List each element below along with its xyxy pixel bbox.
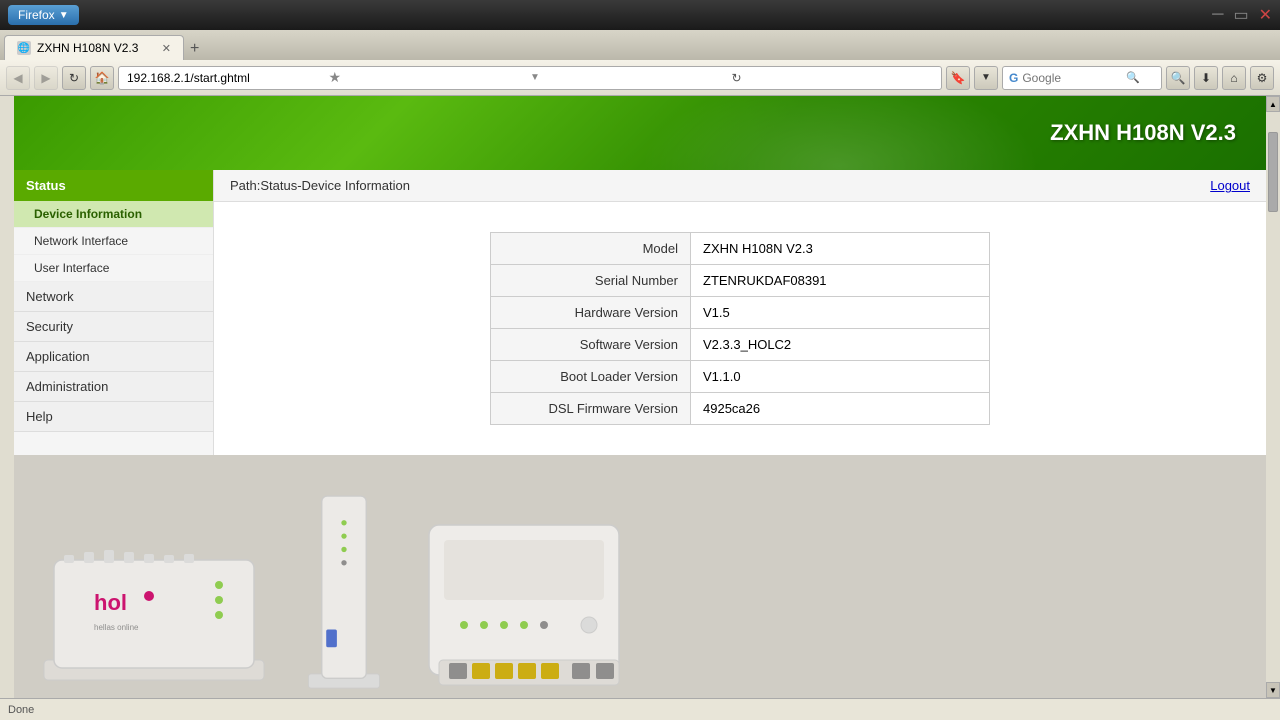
bookmark-dropdown-icon[interactable]: ▼ bbox=[974, 66, 998, 90]
sidebar-item-device-information[interactable]: Device Information bbox=[14, 201, 213, 228]
device-info-section: Model ZXHN H108N V2.3 Serial Number ZTEN… bbox=[214, 202, 1266, 455]
table-cell-label: DSL Firmware Version bbox=[491, 393, 691, 425]
page-content: ZXHN H108N V2.3 Status Device Informatio… bbox=[0, 96, 1280, 698]
table-cell-label: Hardware Version bbox=[491, 297, 691, 329]
table-cell-value: V2.3.3_HOLC2 bbox=[691, 329, 990, 361]
sidebar-item-label: Network Interface bbox=[34, 234, 128, 248]
router-image-2 bbox=[304, 465, 384, 698]
content-area: Path:Status-Device Information Logout Mo… bbox=[214, 170, 1266, 455]
new-tab-button[interactable]: + bbox=[184, 40, 205, 58]
firefox-label: Firefox bbox=[18, 8, 55, 22]
table-row: Hardware Version V1.5 bbox=[491, 297, 990, 329]
tab-favicon: 🌐 bbox=[17, 41, 31, 55]
category-label: Help bbox=[26, 409, 53, 424]
search-icon-btn[interactable]: 🔍 bbox=[1166, 66, 1190, 90]
table-cell-value: V1.1.0 bbox=[691, 361, 990, 393]
sidebar: Status Device Information Network Interf… bbox=[14, 170, 214, 455]
address-bar[interactable]: 192.168.2.1/start.ghtml ★ ▼ ↻ bbox=[118, 66, 942, 90]
search-bar[interactable]: G 🔍 bbox=[1002, 66, 1162, 90]
router-image-3 bbox=[414, 505, 634, 698]
page-body: Status Device Information Network Interf… bbox=[14, 170, 1266, 455]
settings-icon[interactable]: ⚙ bbox=[1250, 66, 1274, 90]
sidebar-item-label: Device Information bbox=[34, 207, 142, 221]
dropdown-arrow-icon[interactable]: ▼ bbox=[530, 72, 729, 83]
router-page: ZXHN H108N V2.3 Status Device Informatio… bbox=[14, 96, 1266, 698]
scroll-up-button[interactable]: ▲ bbox=[1266, 96, 1280, 112]
search-engine-icon: G bbox=[1009, 71, 1018, 85]
tab-bar: 🌐 ZXHN H108N V2.3 ✕ + bbox=[0, 30, 1280, 60]
sidebar-category-help[interactable]: Help bbox=[14, 402, 213, 432]
sidebar-item-user-interface[interactable]: User Interface bbox=[14, 255, 213, 282]
sidebar-category-network[interactable]: Network bbox=[14, 282, 213, 312]
title-bar: Firefox ▼ ─ ▭ ✕ bbox=[0, 0, 1280, 30]
table-row: Boot Loader Version V1.1.0 bbox=[491, 361, 990, 393]
scroll-down-button[interactable]: ▼ bbox=[1266, 682, 1280, 698]
sidebar-category-security[interactable]: Security bbox=[14, 312, 213, 342]
device-info-table: Model ZXHN H108N V2.3 Serial Number ZTEN… bbox=[490, 232, 990, 425]
table-cell-value: 4925ca26 bbox=[691, 393, 990, 425]
table-cell-label: Serial Number bbox=[491, 265, 691, 297]
address-text: 192.168.2.1/start.ghtml bbox=[127, 71, 326, 85]
category-label: Application bbox=[26, 349, 90, 364]
table-row: DSL Firmware Version 4925ca26 bbox=[491, 393, 990, 425]
sidebar-status-header[interactable]: Status bbox=[14, 170, 213, 201]
category-label: Security bbox=[26, 319, 73, 334]
router-image-1: hol hellas online bbox=[34, 505, 274, 698]
maximize-icon[interactable]: ▭ bbox=[1233, 5, 1248, 25]
header-banner: ZXHN H108N V2.3 bbox=[14, 96, 1266, 170]
svg-text:hellas online: hellas online bbox=[94, 623, 139, 632]
status-bar: Done bbox=[0, 698, 1280, 720]
sidebar-category-application[interactable]: Application bbox=[14, 342, 213, 372]
content-header: Path:Status-Device Information Logout bbox=[214, 170, 1266, 202]
search-icon[interactable]: 🔍 bbox=[1126, 71, 1140, 84]
active-tab[interactable]: 🌐 ZXHN H108N V2.3 ✕ bbox=[4, 35, 184, 60]
scroll-thumb[interactable] bbox=[1268, 132, 1278, 212]
back-button[interactable]: ◀ bbox=[6, 66, 30, 90]
sidebar-item-network-interface[interactable]: Network Interface bbox=[14, 228, 213, 255]
forward-button[interactable]: ▶ bbox=[34, 66, 58, 90]
minimize-icon[interactable]: ─ bbox=[1212, 6, 1223, 24]
tab-title: ZXHN H108N V2.3 bbox=[37, 41, 138, 55]
home-button[interactable]: 🏠 bbox=[90, 66, 114, 90]
svg-text:hol: hol bbox=[94, 590, 127, 615]
search-input[interactable] bbox=[1022, 71, 1122, 85]
logout-link[interactable]: Logout bbox=[1210, 178, 1250, 193]
scrollbar-right[interactable]: ▲ ▼ bbox=[1266, 96, 1280, 698]
header-title: ZXHN H108N V2.3 bbox=[1050, 120, 1236, 146]
bookmark-menu-button[interactable]: 🔖 bbox=[946, 66, 970, 90]
reload-button[interactable]: ↻ bbox=[62, 66, 86, 90]
sidebar-item-label: User Interface bbox=[34, 261, 109, 275]
table-cell-value: V1.5 bbox=[691, 297, 990, 329]
table-cell-label: Boot Loader Version bbox=[491, 361, 691, 393]
category-label: Administration bbox=[26, 379, 108, 394]
table-cell-value: ZTENRUKDAF08391 bbox=[691, 265, 990, 297]
table-cell-label: Model bbox=[491, 233, 691, 265]
home-nav-icon[interactable]: ⌂ bbox=[1222, 66, 1246, 90]
router-images: hol hellas online bbox=[14, 455, 1266, 698]
footer-area: hol hellas online bbox=[14, 455, 1266, 698]
downloads-icon[interactable]: ⬇ bbox=[1194, 66, 1218, 90]
scroll-left bbox=[0, 96, 14, 698]
sidebar-category-administration[interactable]: Administration bbox=[14, 372, 213, 402]
scroll-track bbox=[1266, 232, 1280, 682]
breadcrumb: Path:Status-Device Information bbox=[230, 178, 410, 193]
status-text: Done bbox=[8, 704, 34, 716]
address-refresh-icon[interactable]: ↻ bbox=[729, 71, 934, 85]
firefox-button[interactable]: Firefox ▼ bbox=[8, 5, 79, 25]
table-cell-label: Software Version bbox=[491, 329, 691, 361]
table-row: Software Version V2.3.3_HOLC2 bbox=[491, 329, 990, 361]
category-label: Network bbox=[26, 289, 74, 304]
nav-bar: ◀ ▶ ↻ 🏠 192.168.2.1/start.ghtml ★ ▼ ↻ 🔖 … bbox=[0, 60, 1280, 96]
table-cell-value: ZXHN H108N V2.3 bbox=[691, 233, 990, 265]
bookmark-star-icon[interactable]: ★ bbox=[326, 69, 531, 86]
tab-close-button[interactable]: ✕ bbox=[162, 42, 171, 55]
firefox-arrow-icon: ▼ bbox=[59, 10, 69, 21]
table-row: Model ZXHN H108N V2.3 bbox=[491, 233, 990, 265]
main-area: ZXHN H108N V2.3 Status Device Informatio… bbox=[14, 96, 1266, 698]
close-icon[interactable]: ✕ bbox=[1259, 5, 1272, 25]
table-row: Serial Number ZTENRUKDAF08391 bbox=[491, 265, 990, 297]
